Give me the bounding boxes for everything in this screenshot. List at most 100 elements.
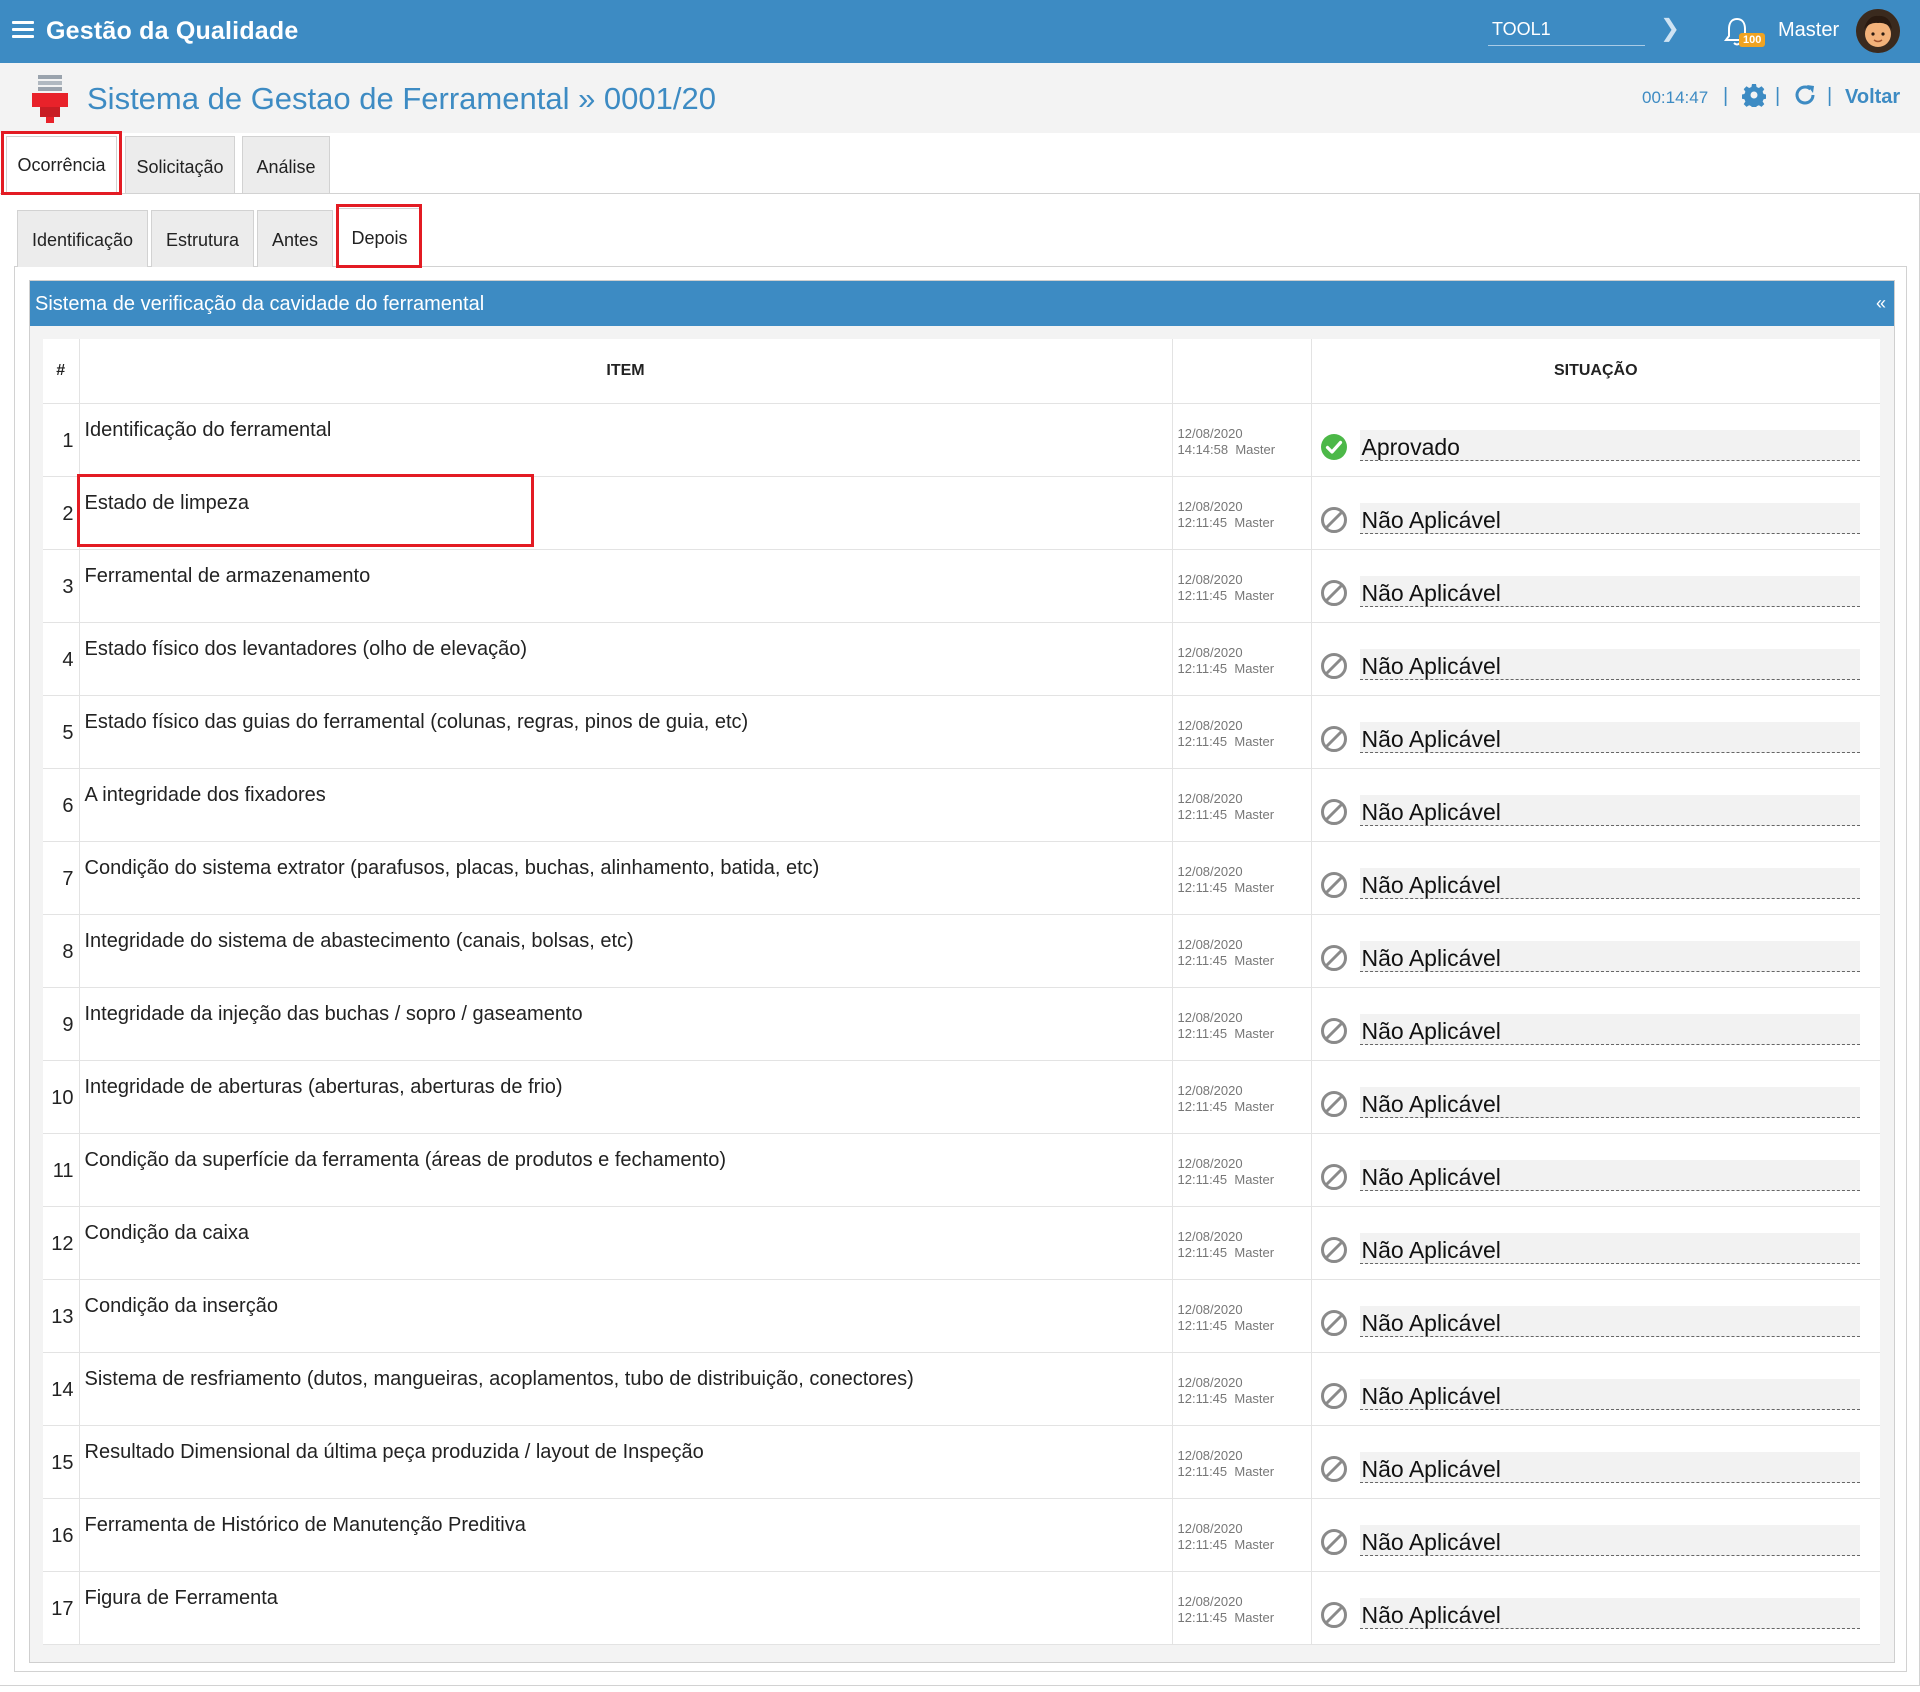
row-item-cell: Figura de Ferramenta <box>79 1571 1173 1645</box>
row-meta-cell: 12/08/2020 12:11:45 Master <box>1172 1571 1312 1645</box>
section-title: Sistema de verificação da cavidade do fe… <box>35 293 485 315</box>
situacao-value: Não Aplicável <box>1361 1236 1501 1263</box>
tab-antes[interactable]: Antes <box>257 210 333 267</box>
row-item-text: Integridade do sistema de abastecimento … <box>84 929 634 952</box>
separator: | <box>1723 85 1729 107</box>
row-item-text: Integridade de aberturas (aberturas, abe… <box>84 1075 563 1098</box>
situacao-select[interactable]: Não Aplicável <box>1359 867 1860 899</box>
not-applicable-icon <box>1320 871 1347 898</box>
situacao-select[interactable]: Não Aplicável <box>1359 1305 1860 1337</box>
row-item-text: Figura de Ferramenta <box>84 1586 278 1609</box>
situacao-value: Não Aplicável <box>1361 506 1501 533</box>
tab-ocorrencia[interactable]: Ocorrência <box>6 136 117 194</box>
row-user: Master <box>1234 952 1275 968</box>
row-item-text: Resultado Dimensional da última peça pro… <box>84 1440 704 1463</box>
user-name[interactable]: Master <box>1778 19 1839 42</box>
situacao-select[interactable]: Não Aplicável <box>1359 1013 1860 1045</box>
row-item-text: A integridade dos fixadores <box>84 783 326 806</box>
row-user: Master <box>1234 1025 1275 1041</box>
situacao-value: Não Aplicável <box>1361 1017 1501 1044</box>
situacao-select[interactable]: Não Aplicável <box>1359 1159 1860 1191</box>
situacao-select[interactable]: Não Aplicável <box>1359 648 1860 680</box>
gear-icon[interactable] <box>1742 83 1766 107</box>
row-item-text: Ferramental de armazenamento <box>84 564 371 587</box>
table-row: 7 Condição do sistema extrator (parafusos… <box>43 841 1880 915</box>
row-item-text: Integridade da injeção das buchas / sopr… <box>84 1002 583 1025</box>
row-situacao-cell: Aprovado <box>1311 403 1880 477</box>
situacao-select[interactable]: Não Aplicável <box>1359 1232 1860 1264</box>
situacao-select[interactable]: Não Aplicável <box>1359 940 1860 972</box>
row-meta: 12/08/2020 12:11:45 Master <box>1173 842 1311 896</box>
situacao-select[interactable]: Não Aplicável <box>1359 794 1860 826</box>
situacao-select[interactable]: Não Aplicável <box>1359 1524 1860 1556</box>
row-meta: 12/08/2020 14:14:58 Master <box>1173 404 1311 458</box>
row-item-cell: Estado de limpeza <box>79 476 1173 550</box>
row-meta-cell: 12/08/2020 12:11:45 Master <box>1172 1060 1312 1134</box>
row-situacao-cell: Não Aplicável <box>1311 1425 1880 1499</box>
situacao-value: Não Aplicável <box>1361 725 1501 752</box>
tab-estrutura[interactable]: Estrutura <box>151 210 254 267</box>
collapse-icon[interactable]: « <box>1876 293 1886 314</box>
not-applicable-icon <box>1320 1090 1347 1117</box>
situacao-select[interactable]: Não Aplicável <box>1359 1378 1860 1410</box>
situacao-value: Não Aplicável <box>1361 1455 1501 1482</box>
row-date: 12/08/2020 <box>1177 1593 1243 1609</box>
row-meta: 12/08/2020 12:11:45 Master <box>1173 1134 1311 1188</box>
row-date: 12/08/2020 <box>1177 571 1243 587</box>
situacao-select[interactable]: Não Aplicável <box>1359 1597 1860 1629</box>
row-situacao-cell: Não Aplicável <box>1311 1571 1880 1645</box>
row-number: 16 <box>43 1498 80 1572</box>
row-time: 12:11:45 <box>1177 1536 1228 1552</box>
not-applicable-icon <box>1320 725 1347 752</box>
row-user: Master <box>1234 806 1275 822</box>
row-meta: 12/08/2020 12:11:45 Master <box>1173 1499 1311 1553</box>
row-item-cell: Estado físico das guias do ferramental (… <box>79 695 1173 769</box>
situacao-value: Não Aplicável <box>1361 579 1501 606</box>
not-applicable-icon <box>1320 1528 1347 1555</box>
not-applicable-icon <box>1320 1309 1347 1336</box>
row-number: 12 <box>43 1206 80 1280</box>
table-row: 5 Estado físico das guias do ferramental … <box>43 695 1880 769</box>
row-item-cell: Resultado Dimensional da última peça pro… <box>79 1425 1173 1499</box>
row-item-text: Estado físico das guias do ferramental (… <box>84 710 749 733</box>
row-item-text: Identificação do ferramental <box>84 418 332 441</box>
situacao-select[interactable]: Não Aplicável <box>1359 502 1860 534</box>
row-number: 8 <box>43 914 80 988</box>
row-date: 12/08/2020 <box>1177 1447 1243 1463</box>
back-link[interactable]: Voltar <box>1845 86 1900 109</box>
row-date: 12/08/2020 <box>1177 1520 1243 1536</box>
row-item-cell: Ferramenta de Histórico de Manutenção Pr… <box>79 1498 1173 1572</box>
refresh-icon[interactable] <box>1793 83 1817 107</box>
not-applicable-icon <box>1320 579 1347 606</box>
tab-solicitacao[interactable]: Solicitação <box>125 136 235 193</box>
row-meta-cell: 12/08/2020 12:11:45 Master <box>1172 1352 1312 1426</box>
table-row: 6A integridade dos fixadores 12/08/2020 12… <box>43 768 1880 842</box>
tab-depois[interactable]: Depois <box>338 208 421 267</box>
user-avatar[interactable] <box>1856 9 1900 53</box>
situacao-select[interactable]: Não Aplicável <box>1359 721 1860 753</box>
tab-identificacao[interactable]: Identificação <box>17 210 148 267</box>
situacao-value: Não Aplicável <box>1361 1309 1501 1336</box>
situacao-select[interactable]: Não Aplicável <box>1359 1086 1860 1118</box>
section-header: Sistema de verificação da cavidade do fe… <box>30 281 1894 326</box>
row-number: 14 <box>43 1352 80 1426</box>
situacao-select[interactable]: Não Aplicável <box>1359 575 1860 607</box>
tab-analise[interactable]: Análise <box>242 136 330 193</box>
chevron-right-icon[interactable]: ❯ <box>1660 14 1680 43</box>
row-item-cell: Integridade do sistema de abastecimento … <box>79 914 1173 988</box>
row-situacao-cell: Não Aplicável <box>1311 914 1880 988</box>
row-item-text: Condição da caixa <box>84 1221 250 1244</box>
row-item-text: Sistema de resfriamento (dutos, mangueir… <box>84 1367 914 1390</box>
row-date: 12/08/2020 <box>1177 1009 1243 1025</box>
separator: | <box>1775 85 1781 107</box>
table-row: 14 Sistema de resfriamento (dutos, mangue… <box>43 1352 1880 1426</box>
row-time: 12:11:45 <box>1177 1390 1228 1406</box>
column-header-meta <box>1172 339 1312 404</box>
row-number: 13 <box>43 1279 80 1353</box>
row-meta: 12/08/2020 12:11:45 Master <box>1173 1280 1311 1334</box>
situacao-select[interactable]: Não Aplicável <box>1359 1451 1860 1483</box>
hamburger-menu-icon[interactable] <box>12 21 34 39</box>
tool-search-input[interactable] <box>1488 14 1645 46</box>
situacao-select[interactable]: Aprovado <box>1359 429 1860 461</box>
table-row: 2 Estado de limpeza 12/08/2020 12:11:45 Mas… <box>43 476 1880 550</box>
